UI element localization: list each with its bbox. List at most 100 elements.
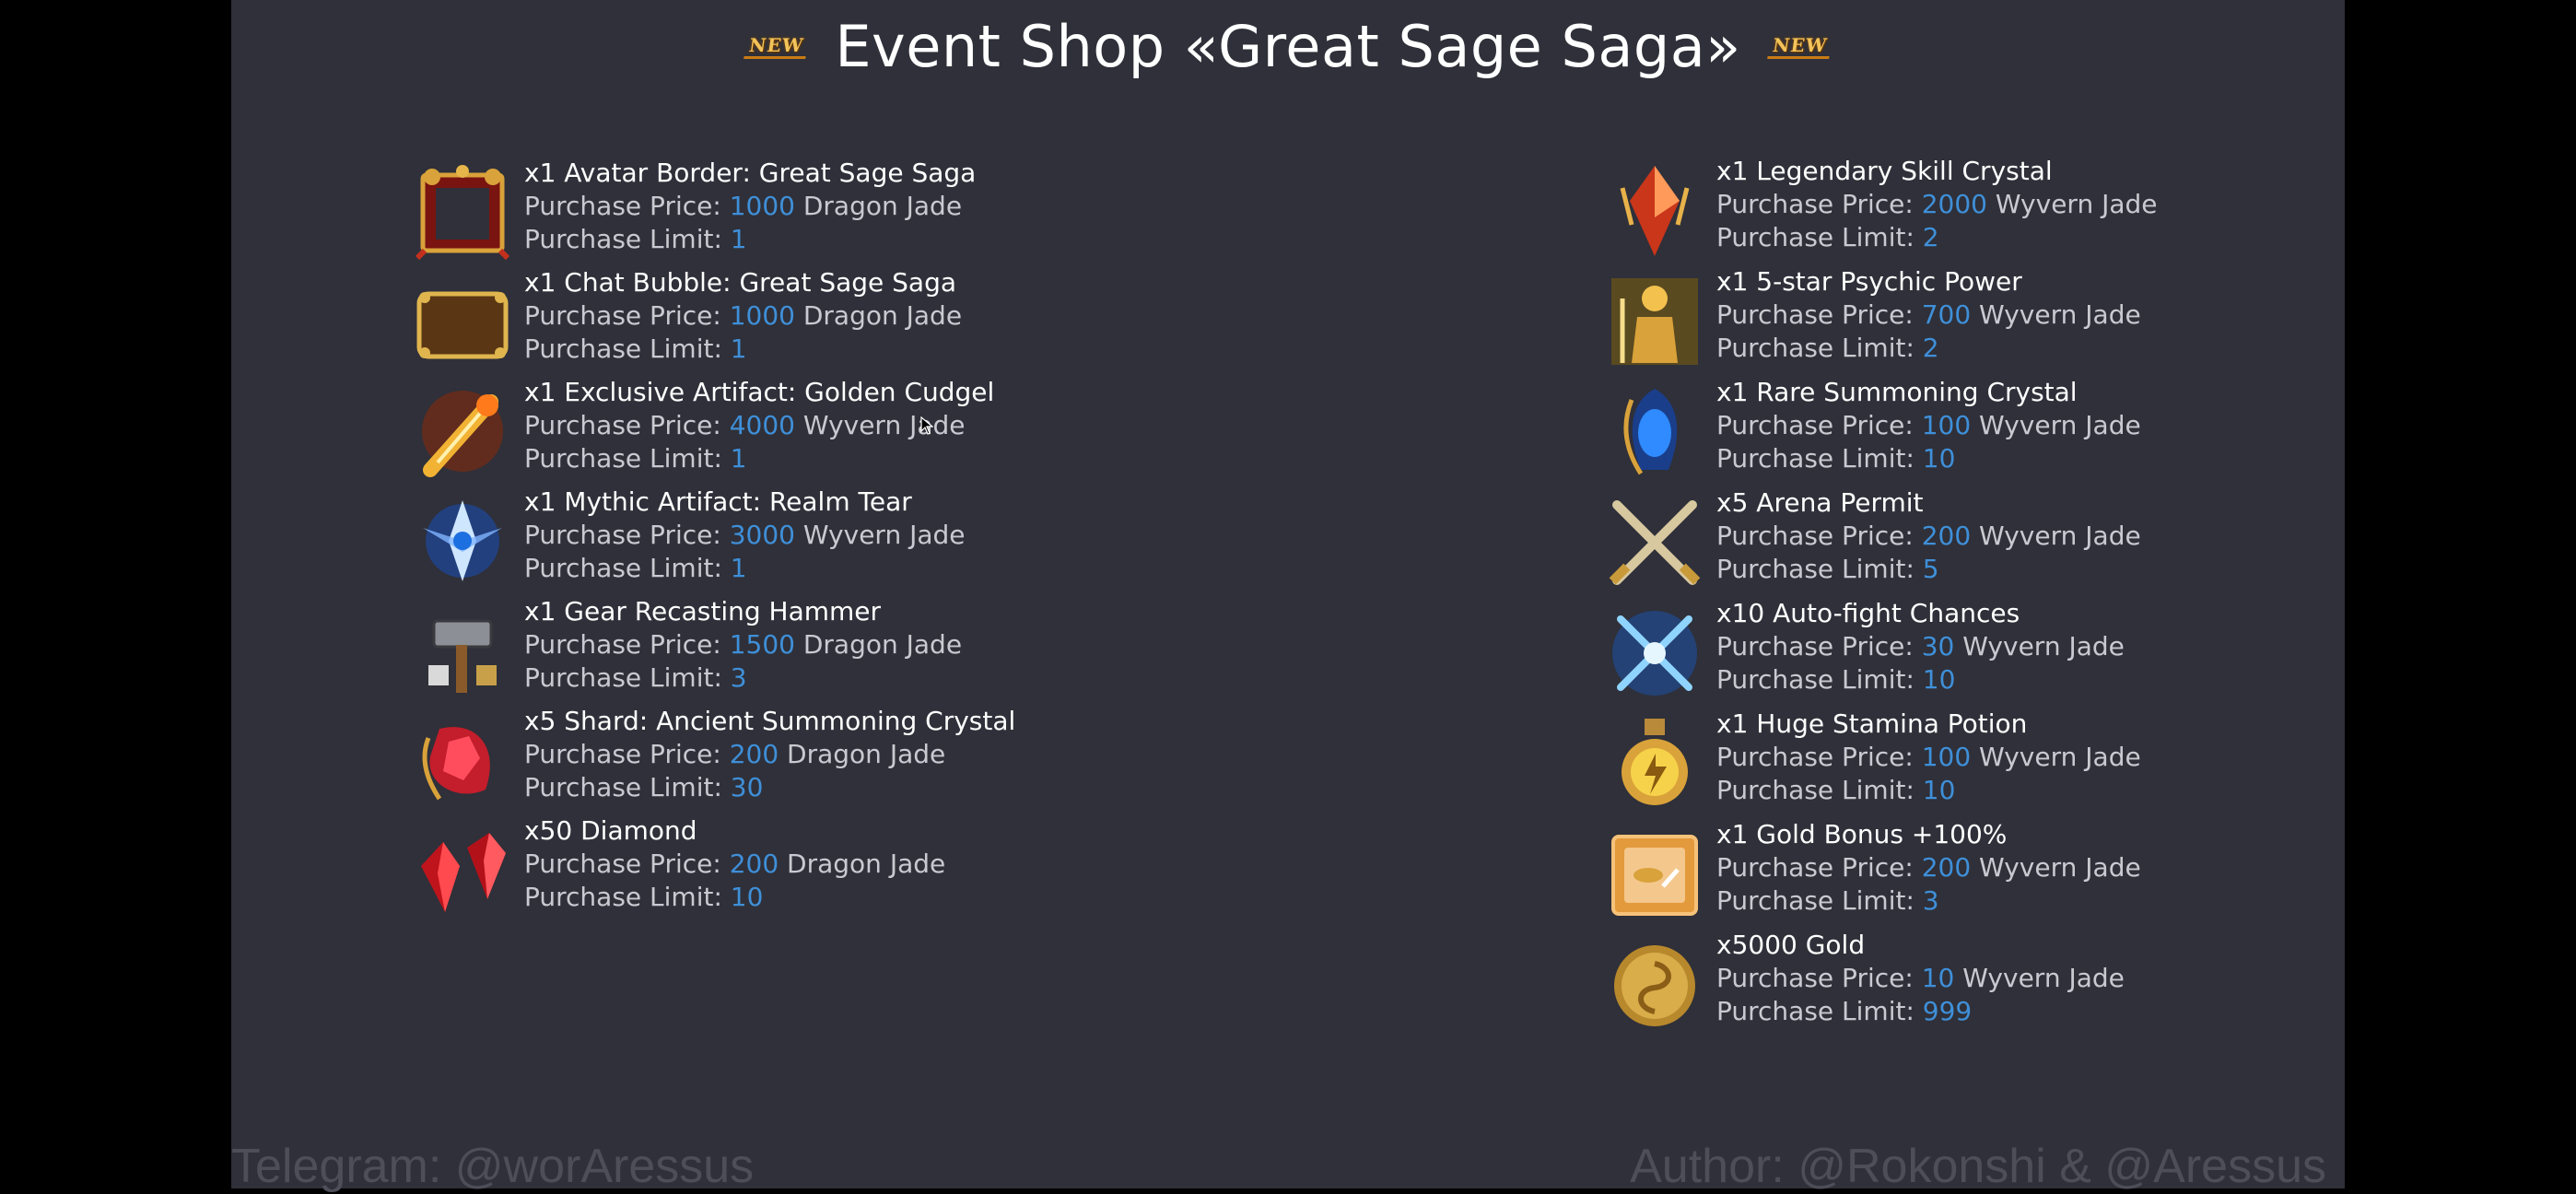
skill-crystal-icon (1604, 160, 1705, 260)
item-price: Purchase Price: 1500 Dragon Jade (524, 628, 962, 661)
item-limit: Purchase Limit: 10 (1716, 442, 2141, 475)
item-price: Purchase Price: 700 Wyvern Jade (1716, 298, 2141, 332)
price-label: Purchase Price: (1716, 852, 1922, 883)
page-title: Event Shop «Great Sage Saga» (835, 13, 1741, 80)
item-limit: Purchase Limit: 2 (1716, 221, 2158, 254)
price-value: 100 (1921, 742, 1972, 772)
price-value: 30 (1921, 631, 1955, 661)
new-badge-left: NEW (744, 34, 810, 59)
item-details: x5 Arena Permit Purchase Price: 200 Wyver… (1716, 486, 2141, 586)
gold-coin-icon (1604, 934, 1705, 1034)
limit-label: Purchase Limit: (524, 882, 731, 912)
shop-item: x1 Exclusive Artifact: Golden Cudgel Purc… (412, 376, 1425, 486)
item-details: x1 Gold Bonus +100% Purchase Price: 200 W… (1716, 818, 2141, 918)
limit-value: 2 (1922, 333, 1939, 363)
mouse-cursor-icon (920, 416, 933, 435)
price-value: 200 (729, 739, 779, 769)
item-limit: Purchase Limit: 10 (524, 881, 945, 914)
item-price: Purchase Price: 1000 Dragon Jade (524, 190, 976, 223)
price-value: 3000 (729, 520, 795, 550)
price-label: Purchase Price: (524, 849, 730, 879)
currency-name: Wyvern Jade (1979, 299, 2141, 330)
currency-name: Dragon Jade (787, 849, 946, 879)
price-label: Purchase Price: (1716, 742, 1922, 772)
item-price: Purchase Price: 2000 Wyvern Jade (1716, 188, 2158, 221)
price-value: 200 (1921, 852, 1972, 883)
currency-name: Wyvern Jade (1995, 189, 2158, 219)
footer-telegram: Telegram: @worAressus (231, 1140, 755, 1193)
item-limit: Purchase Limit: 10 (1716, 774, 2141, 807)
item-name: x1 Rare Summoning Crystal (1716, 377, 2078, 407)
currency-name: Wyvern Jade (1979, 852, 2141, 883)
limit-value: 3 (730, 662, 747, 693)
item-price: Purchase Price: 10 Wyvern Jade (1716, 962, 2125, 995)
left-item-list: x1 Avatar Border: Great Sage Saga Purchas… (412, 157, 1425, 924)
limit-label: Purchase Limit: (1716, 885, 1923, 916)
item-details: x5000 Gold Purchase Price: 10 Wyvern Jade… (1716, 929, 2125, 1028)
item-details: x1 Rare Summoning Crystal Purchase Price:… (1716, 376, 2141, 475)
item-price: Purchase Price: 200 Wyvern Jade (1716, 851, 2141, 884)
price-value: 200 (1921, 521, 1972, 551)
shop-panel: NEW Event Shop «Great Sage Saga» NEW x1 … (231, 0, 2345, 1193)
currency-name: Wyvern Jade (1979, 410, 2141, 440)
new-badge-right: NEW (1766, 34, 1832, 59)
item-price: Purchase Price: 1000 Dragon Jade (524, 299, 962, 333)
item-details: x1 Chat Bubble: Great Sage Saga Purchase … (524, 266, 962, 366)
limit-label: Purchase Limit: (1716, 443, 1923, 474)
item-name: x1 5-star Psychic Power (1716, 266, 2022, 297)
hammer-icon (412, 601, 513, 700)
avatar-border-icon (412, 162, 513, 262)
item-name: x5 Shard: Ancient Summoning Crystal (524, 706, 1016, 736)
shop-item: x5 Arena Permit Purchase Price: 200 Wyver… (1604, 486, 2576, 597)
limit-value: 1 (730, 334, 747, 364)
item-price: Purchase Price: 200 Dragon Jade (524, 738, 1015, 771)
price-label: Purchase Price: (1716, 631, 1922, 661)
limit-value: 5 (1922, 554, 1939, 584)
psychic-power-icon (1604, 271, 1705, 370)
item-limit: Purchase Limit: 5 (1716, 553, 2141, 586)
item-price: Purchase Price: 100 Wyvern Jade (1716, 741, 2141, 774)
limit-value: 10 (1922, 775, 1956, 805)
item-details: x1 Legendary Skill Crystal Purchase Price… (1716, 155, 2158, 254)
limit-value: 10 (1922, 443, 1956, 474)
limit-label: Purchase Limit: (524, 772, 731, 802)
item-limit: Purchase Limit: 10 (1716, 663, 2125, 696)
item-name: x1 Gear Recasting Hammer (524, 596, 882, 626)
currency-name: Wyvern Jade (1979, 742, 2141, 772)
limit-label: Purchase Limit: (524, 334, 731, 364)
item-limit: Purchase Limit: 1 (524, 223, 976, 256)
shop-item: x1 Chat Bubble: Great Sage Saga Purchase … (412, 266, 1425, 376)
realm-tear-icon (412, 491, 513, 591)
item-name: x5 Arena Permit (1716, 487, 1924, 518)
price-value: 1500 (729, 629, 795, 660)
price-label: Purchase Price: (524, 629, 730, 660)
limit-label: Purchase Limit: (1716, 996, 1923, 1026)
limit-value: 999 (1922, 996, 1973, 1026)
shop-item: x10 Auto-fight Chances Purchase Price: 30… (1604, 597, 2576, 708)
currency-name: Dragon Jade (802, 629, 963, 660)
price-value: 1000 (729, 300, 795, 331)
item-details: x1 Gear Recasting Hammer Purchase Price: … (524, 595, 962, 695)
item-details: x1 5-star Psychic Power Purchase Price: 7… (1716, 265, 2141, 365)
limit-value: 10 (730, 882, 764, 912)
limit-value: 1 (730, 443, 747, 474)
price-value: 1000 (729, 191, 795, 221)
item-price: Purchase Price: 100 Wyvern Jade (1716, 409, 2141, 442)
item-details: x5 Shard: Ancient Summoning Crystal Purch… (524, 705, 1015, 804)
item-limit: Purchase Limit: 1 (524, 552, 966, 585)
currency-name: Wyvern Jade (1962, 963, 2125, 993)
header: NEW Event Shop «Great Sage Saga» NEW (231, 13, 2345, 80)
currency-name: Dragon Jade (802, 191, 963, 221)
item-name: x1 Chat Bubble: Great Sage Saga (524, 267, 957, 298)
price-label: Purchase Price: (1716, 963, 1922, 993)
shop-item: x1 Rare Summoning Crystal Purchase Price:… (1604, 376, 2576, 486)
item-details: x50 Diamond Purchase Price: 200 Dragon Ja… (524, 814, 945, 914)
golden-cudgel-icon (412, 381, 513, 481)
item-limit: Purchase Limit: 1 (524, 442, 994, 475)
shop-item: x1 Gold Bonus +100% Purchase Price: 200 W… (1604, 818, 2576, 929)
item-price: Purchase Price: 200 Dragon Jade (524, 848, 945, 881)
currency-name: Wyvern Jade (1962, 631, 2125, 661)
item-limit: Purchase Limit: 3 (1716, 884, 2141, 918)
item-limit: Purchase Limit: 1 (524, 333, 962, 366)
limit-label: Purchase Limit: (1716, 775, 1923, 805)
